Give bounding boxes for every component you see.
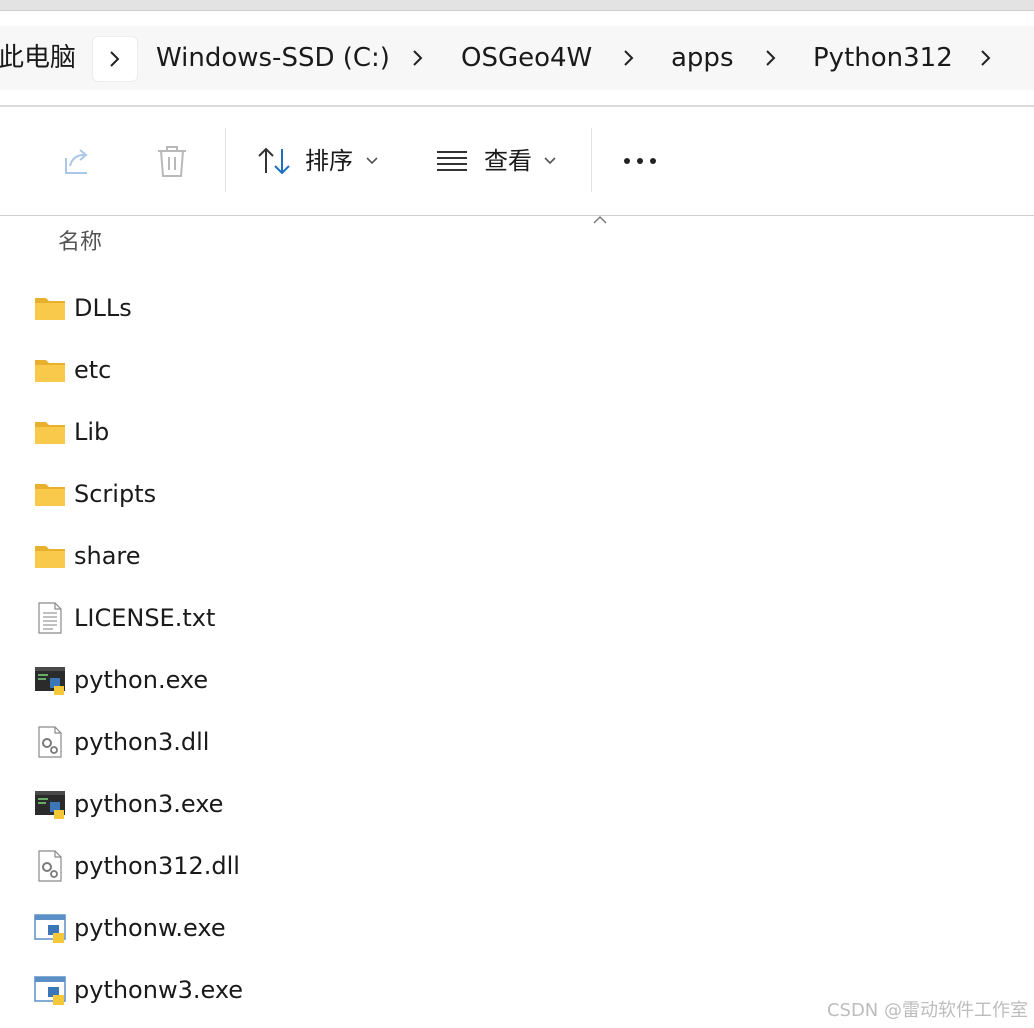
- folder-icon: [35, 546, 65, 568]
- sort-ascending-icon: [593, 216, 607, 224]
- list-item[interactable]: LICENSE.txt: [0, 587, 1034, 649]
- column-header-name[interactable]: 名称: [58, 228, 102, 258]
- folder-icon: [35, 360, 65, 382]
- breadcrumb-separator-button[interactable]: [964, 36, 1008, 80]
- chevron-right-icon: [413, 50, 423, 66]
- folder-icon: [35, 422, 65, 444]
- dll-file-icon: [38, 726, 62, 758]
- text-file-icon: [38, 602, 62, 634]
- python-console-icon: [35, 791, 65, 819]
- window-top-strip: [0, 0, 1034, 10]
- file-name: share: [74, 542, 141, 570]
- chevron-right-icon: [981, 50, 991, 66]
- file-name: DLLs: [74, 294, 132, 322]
- view-list-icon[interactable]: [436, 150, 468, 172]
- more-icon[interactable]: [622, 155, 658, 167]
- list-item[interactable]: Scripts: [0, 463, 1034, 525]
- breadcrumb-separator-button[interactable]: [396, 36, 440, 80]
- list-item[interactable]: pythonw.exe: [0, 897, 1034, 959]
- list-item[interactable]: etc: [0, 339, 1034, 401]
- file-name: Scripts: [74, 480, 157, 508]
- python-window-icon: [34, 976, 66, 1005]
- watermark: CSDN @雷动软件工作室: [826, 1000, 1028, 1021]
- list-item[interactable]: DLLs: [0, 277, 1034, 339]
- file-name: python.exe: [74, 666, 209, 694]
- breadcrumb-item-apps[interactable]: apps: [671, 26, 734, 90]
- breadcrumb-item-drive[interactable]: Windows-SSD (C:): [156, 26, 390, 90]
- chevron-down-icon[interactable]: [544, 157, 556, 165]
- folder-icon: [35, 484, 65, 506]
- view-button-label[interactable]: 查看: [484, 145, 532, 177]
- list-item[interactable]: python3.exe: [0, 773, 1034, 835]
- breadcrumb-item-osgeo4w[interactable]: OSGeo4W: [461, 26, 592, 90]
- breadcrumb-item-this-pc[interactable]: 此电脑: [0, 26, 76, 90]
- chevron-right-icon: [766, 50, 776, 66]
- sort-icon[interactable]: [257, 146, 293, 176]
- file-name: pythonw.exe: [74, 914, 226, 942]
- list-item[interactable]: python3.dll: [0, 711, 1034, 773]
- window-top-line: [0, 10, 1034, 11]
- breadcrumb-separator-button[interactable]: [749, 36, 793, 80]
- file-name: etc: [74, 356, 112, 384]
- breadcrumb-item-python312[interactable]: Python312: [813, 26, 953, 90]
- python-console-icon: [35, 667, 65, 695]
- sort-button-label[interactable]: 排序: [305, 145, 353, 177]
- folder-icon: [35, 298, 65, 320]
- breadcrumb-separator-button[interactable]: [607, 36, 651, 80]
- file-name: python3.dll: [74, 728, 210, 756]
- list-item[interactable]: Lib: [0, 401, 1034, 463]
- list-item[interactable]: share: [0, 525, 1034, 587]
- file-name: python3.exe: [74, 790, 224, 818]
- chevron-down-icon[interactable]: [366, 157, 378, 165]
- dll-file-icon: [38, 850, 62, 882]
- file-name: Lib: [74, 418, 110, 446]
- chevron-right-icon: [624, 50, 634, 66]
- toolbar-separator: [225, 128, 226, 192]
- toolbar-separator: [591, 128, 592, 192]
- list-item[interactable]: python.exe: [0, 649, 1034, 711]
- file-name: LICENSE.txt: [74, 604, 216, 632]
- toolbar-divider: [0, 215, 1034, 216]
- trash-icon[interactable]: [155, 143, 189, 179]
- breadcrumb-separator-button[interactable]: [92, 36, 138, 82]
- python-window-icon: [34, 914, 66, 943]
- chevron-right-icon: [110, 51, 120, 67]
- address-bar[interactable]: 此电脑 Windows-SSD (C:) OSGeo4W apps Python…: [0, 26, 1034, 90]
- file-name: python312.dll: [74, 852, 240, 880]
- file-name: pythonw3.exe: [74, 976, 244, 1004]
- list-item[interactable]: python312.dll: [0, 835, 1034, 897]
- share-icon[interactable]: [60, 144, 94, 178]
